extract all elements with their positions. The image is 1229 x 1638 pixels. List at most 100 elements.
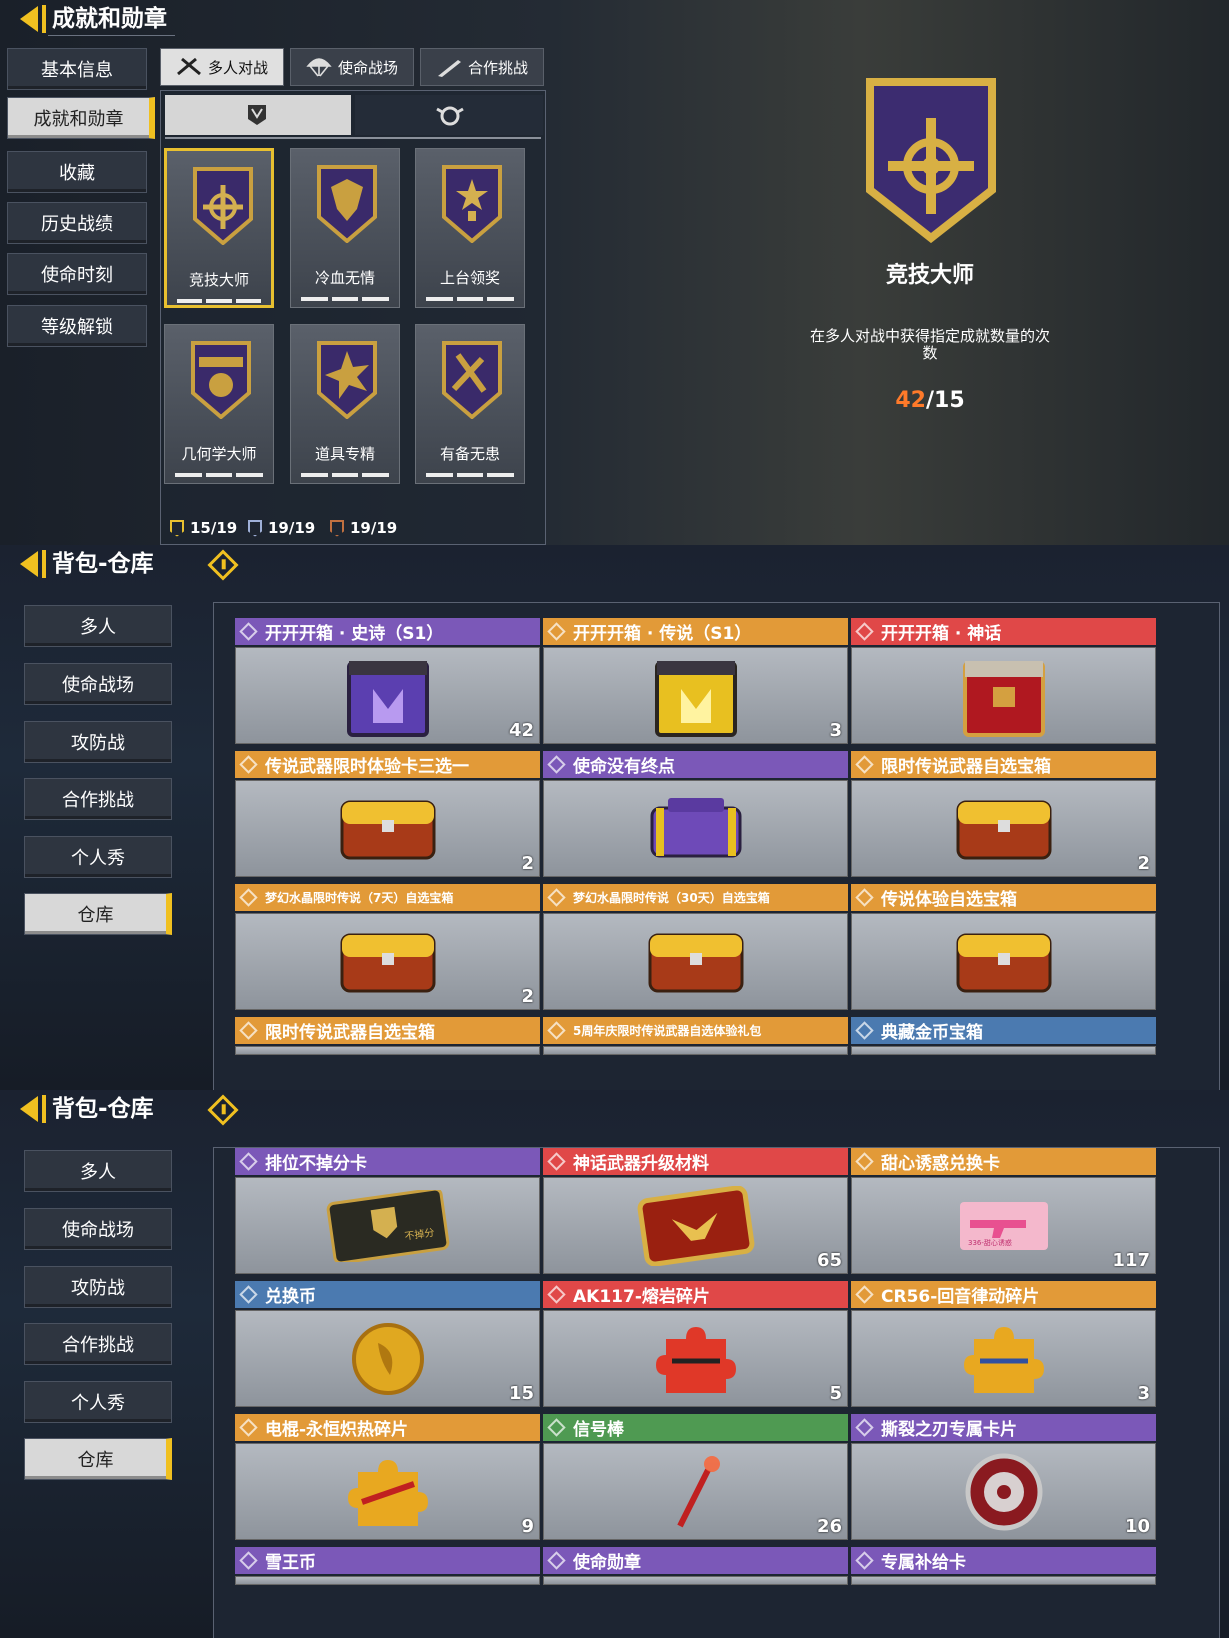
pink-weapon-card-icon: 336-甜心诱惑 <box>959 1201 1048 1250</box>
item-cell[interactable]: AK117-熔岩碎片 5 <box>543 1281 848 1407</box>
tab-label: 使命战场 <box>337 58 398 77</box>
sidebar-item-warehouse[interactable]: 仓库 <box>24 1438 172 1480</box>
puzzle-piece-icon <box>963 1326 1044 1393</box>
gold-chest-icon <box>956 800 1051 859</box>
sidebar-item-moments[interactable]: 使命时刻 <box>7 253 147 295</box>
parachute-icon <box>306 58 332 77</box>
item-name: 神话武器升级材料 <box>573 1154 709 1174</box>
item-name: 开开开箱 · 神话 <box>881 624 1002 644</box>
gold-chest-icon <box>340 933 435 992</box>
medal-progress: 42/15 <box>800 388 1060 413</box>
upgrade-material-icon <box>637 1185 754 1266</box>
sidebar-item-attack-defense[interactable]: 攻防战 <box>24 721 172 763</box>
item-cell[interactable]: 开开开箱 · 传说（S1） 3 <box>543 618 848 744</box>
sidebar-item-achievements[interactable]: 成就和勋章 <box>7 97 155 139</box>
tab-multiplayer[interactable]: 多人对战 <box>160 48 284 86</box>
badge-progress <box>177 299 261 303</box>
item-cell[interactable]: 传说武器限时体验卡三选一 2 <box>235 751 540 877</box>
badge-card[interactable]: 几何学大师 <box>164 324 274 484</box>
item-cell[interactable]: 开开开箱 · 神话 <box>851 618 1156 744</box>
epic-crate-icon <box>346 660 429 737</box>
item-cell[interactable]: 限时传说武器自选宝箱 2 <box>851 751 1156 877</box>
crossed-guns-icon <box>177 57 201 76</box>
item-cell[interactable]: 5周年庆限时传说武器自选体验礼包 <box>543 1017 848 1055</box>
sidebar-item-history[interactable]: 历史战绩 <box>7 202 147 244</box>
item-cell[interactable]: CR56-回音律动碎片 3 <box>851 1281 1156 1407</box>
sidebar-item-multiplayer[interactable]: 多人 <box>24 605 172 647</box>
item-name: 梦幻水晶限时传说（30天）自选宝箱 <box>573 891 770 905</box>
sidebar-item-coop[interactable]: 合作挑战 <box>24 778 172 820</box>
achievements-section: 成就和勋章 基本信息 成就和勋章 收藏 历史战绩 使命时刻 等级解锁 多人对战 … <box>0 0 1229 545</box>
medal-description: 在多人对战中获得指定成就数量的次数 <box>810 327 1051 362</box>
item-cell[interactable]: 撕裂之刃专属卡片 10 <box>851 1414 1156 1540</box>
item-count: 3 <box>1137 1383 1150 1404</box>
item-cell[interactable]: 信号棒 26 <box>543 1414 848 1540</box>
item-cell[interactable]: 专属补给卡 <box>851 1547 1156 1585</box>
sidebar-item-battle-royale[interactable]: 使命战场 <box>24 663 172 705</box>
page-title: 成就和勋章 <box>42 5 167 33</box>
badge-card[interactable]: 有备无患 <box>415 324 525 484</box>
sidebar-item-battle-royale[interactable]: 使命战场 <box>24 1208 172 1250</box>
sidebar-item-warehouse[interactable]: 仓库 <box>24 893 172 935</box>
progress-total: /15 <box>925 388 965 413</box>
info-diamond-icon[interactable] <box>207 549 239 581</box>
bronze-medal-icon <box>330 519 344 537</box>
item-cell[interactable]: 梦幻水晶限时传说（7天）自选宝箱 2 <box>235 884 540 1010</box>
tab-coop[interactable]: 合作挑战 <box>420 48 544 86</box>
sidebar-item-level-unlock[interactable]: 等级解锁 <box>7 305 147 347</box>
sidebar-item-showcase[interactable]: 个人秀 <box>24 1381 172 1423</box>
sidebar-item-coop[interactable]: 合作挑战 <box>24 1323 172 1365</box>
item-name: 甜心诱惑兑换卡 <box>881 1154 1000 1174</box>
back-arrow-icon[interactable] <box>20 1096 38 1122</box>
gold-medal-icon <box>170 519 184 537</box>
back-arrow-icon[interactable] <box>20 6 38 32</box>
trophy-icon <box>442 165 502 243</box>
tab-label: 多人对战 <box>207 58 268 77</box>
tab-battle-royale[interactable]: 使命战场 <box>290 48 414 86</box>
exclusive-card-icon <box>965 1453 1042 1530</box>
sidebar-item-basic-info[interactable]: 基本信息 <box>7 48 147 90</box>
summary-silver-count: 19/19 <box>268 519 316 537</box>
subtab-medals[interactable] <box>165 95 351 135</box>
purple-supply-case-icon <box>650 797 741 857</box>
badge-card[interactable]: 竞技大师 <box>164 148 274 308</box>
item-cell[interactable]: 甜心诱惑兑换卡 336-甜心诱惑 117 <box>851 1148 1156 1274</box>
item-cell[interactable]: 兑换币 15 <box>235 1281 540 1407</box>
item-count: 2 <box>521 853 534 874</box>
tab-label: 合作挑战 <box>467 58 528 77</box>
item-cell[interactable]: 限时传说武器自选宝箱 <box>235 1017 540 1055</box>
item-cell[interactable]: 神话武器升级材料 65 <box>543 1148 848 1274</box>
badge-card[interactable]: 上台领奖 <box>415 148 525 308</box>
item-cell[interactable]: 排位不掉分卡 不掉分 <box>235 1148 540 1274</box>
badge-card[interactable]: 道具专精 <box>290 324 400 484</box>
item-cell[interactable]: 传说体验自选宝箱 <box>851 884 1156 1010</box>
subtab-emblems[interactable] <box>355 95 543 135</box>
item-cell[interactable]: 梦幻水晶限时传说（30天）自选宝箱 <box>543 884 848 1010</box>
shovel-icon <box>442 341 502 419</box>
item-cell[interactable]: 典藏金币宝箱 <box>851 1017 1156 1055</box>
badge-name: 冷血无情 <box>314 269 375 287</box>
summary-silver: 19/19 <box>248 519 315 537</box>
badge-card[interactable]: 冷血无情 <box>290 148 400 308</box>
item-cell[interactable]: 使命没有终点 <box>543 751 848 877</box>
badge-progress <box>301 297 390 301</box>
item-name: AK117-熔岩碎片 <box>573 1287 710 1307</box>
back-arrow-icon[interactable] <box>20 551 38 577</box>
sidebar-item-attack-defense[interactable]: 攻防战 <box>24 1266 172 1308</box>
info-diamond-icon[interactable] <box>207 1094 239 1126</box>
item-cell[interactable]: 使命勋章 <box>543 1547 848 1585</box>
legend-crate-icon <box>654 660 737 737</box>
item-cell[interactable]: 开开开箱 · 史诗（S1） 42 <box>235 618 540 744</box>
inventory-section: 背包-仓库 多人 使命战场 攻防战 合作挑战 个人秀 仓库 排位不掉分卡 不掉分… <box>0 1090 1229 1638</box>
sidebar-item-multiplayer[interactable]: 多人 <box>24 1150 172 1192</box>
sidebar-item-showcase[interactable]: 个人秀 <box>24 836 172 878</box>
sidebar-item-collection[interactable]: 收藏 <box>7 151 147 193</box>
item-name: 兑换币 <box>265 1287 316 1307</box>
gold-chest-icon <box>648 933 743 992</box>
item-name: 专属补给卡 <box>881 1553 966 1573</box>
burst-icon <box>317 341 377 419</box>
item-cell[interactable]: 雪王币 <box>235 1547 540 1585</box>
item-cell[interactable]: 电棍-永恒炽热碎片 9 <box>235 1414 540 1540</box>
item-name-bar: 开开开箱 · 史诗（S1） <box>235 618 540 645</box>
item-name: 排位不掉分卡 <box>265 1154 367 1174</box>
